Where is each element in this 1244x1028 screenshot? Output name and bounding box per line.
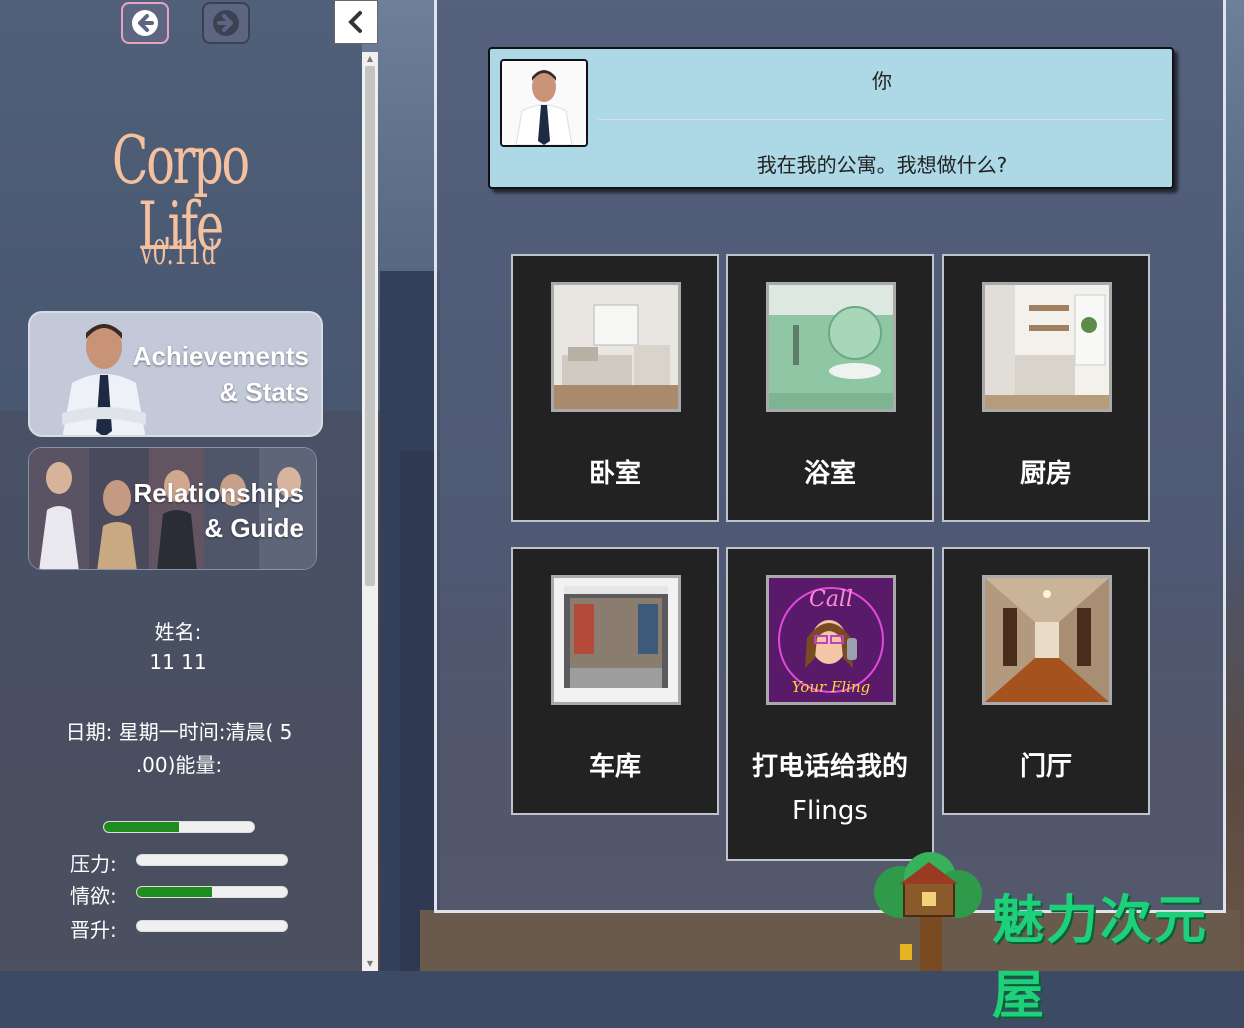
garage-label: 车库 — [588, 752, 641, 782]
promotion-label: 晋升: — [70, 918, 117, 942]
dialog-text: 我在我的公寓。我想做什么? — [756, 153, 1008, 177]
forward-button[interactable] — [202, 2, 250, 44]
promotion-bar — [136, 920, 288, 932]
man-portrait-icon — [502, 61, 586, 145]
scroll-down-icon[interactable]: ▼ — [362, 957, 378, 971]
location-hallway-button[interactable]: 门厅 — [942, 547, 1150, 815]
man-portrait-icon — [42, 313, 162, 435]
lust-label: 情欲: — [70, 884, 117, 908]
speaker-avatar — [500, 59, 588, 147]
energy-label: .00)能量: — [135, 753, 223, 777]
location-garage-button[interactable]: 车库 — [511, 547, 719, 815]
arrow-left-icon — [132, 10, 158, 36]
lust-bar — [136, 886, 288, 898]
kitchen-image — [982, 282, 1112, 412]
name-value: 11 11 — [149, 650, 207, 674]
lust-bar-fill — [137, 887, 212, 897]
stress-bar — [136, 854, 288, 866]
bathroom-label: 浴室 — [803, 459, 856, 489]
call-your-fling-image: Call Your Fling — [766, 575, 896, 705]
dialog-box: 你 我在我的公寓。我想做什么? — [488, 47, 1174, 189]
achievements-stats-button[interactable]: Achievements & Stats — [28, 311, 323, 437]
scrollbar-thumb[interactable] — [365, 66, 375, 586]
chevron-left-icon — [348, 11, 362, 33]
hallway-image — [982, 575, 1112, 705]
speaker-name: 你 — [872, 69, 892, 93]
call-fling-label: 打电话给我的 — [751, 752, 908, 782]
kitchen-label: 厨房 — [1019, 459, 1072, 489]
hallway-label: 门厅 — [1019, 752, 1072, 782]
treehouse-icon — [874, 852, 982, 971]
watermark-text: 魅力次元屋 — [992, 891, 1209, 1026]
guide-label: & Guide — [204, 513, 304, 543]
location-kitchen-button[interactable]: 厨房 — [942, 254, 1150, 522]
relationships-label: Relationships — [133, 478, 304, 508]
game-version: v0.11d — [140, 233, 216, 273]
stats-label: & Stats — [219, 377, 309, 407]
garage-image — [551, 575, 681, 705]
call-image-top-text: Call — [809, 587, 853, 612]
sidebar-scrollbar[interactable]: ▲ ▼ — [362, 52, 378, 971]
location-bedroom-button[interactable]: 卧室 — [511, 254, 719, 522]
back-button[interactable] — [121, 2, 169, 44]
location-bathroom-button[interactable]: 浴室 — [726, 254, 934, 522]
bathroom-image — [766, 282, 896, 412]
relationships-guide-button[interactable]: Relationships & Guide — [28, 447, 317, 570]
stress-label: 压力: — [70, 852, 117, 876]
energy-bar-fill — [104, 822, 179, 832]
arrow-right-icon — [213, 10, 239, 36]
collapse-sidebar-button[interactable] — [334, 0, 378, 44]
energy-bar — [103, 821, 255, 833]
location-call-fling-button[interactable]: Call Your Fling 打电话给我的 Flings — [726, 547, 934, 861]
call-image-bottom-text: Your Fling — [792, 678, 871, 696]
bedroom-image — [551, 282, 681, 412]
name-label: 姓名: — [154, 620, 202, 644]
scroll-up-icon[interactable]: ▲ — [362, 52, 378, 66]
date-time-line: 日期: 星期一时间:清晨( 5 — [65, 720, 293, 744]
call-fling-label-2: Flings — [792, 796, 868, 826]
bedroom-label: 卧室 — [588, 459, 641, 489]
achievements-label: Achievements — [132, 341, 309, 371]
dialog-divider — [598, 119, 1164, 120]
